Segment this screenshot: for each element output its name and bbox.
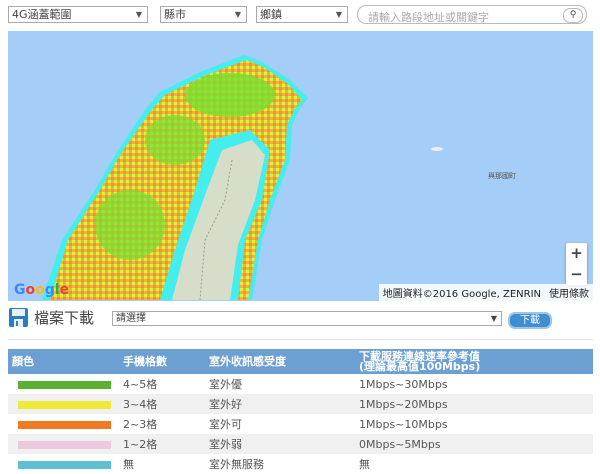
legend-row: 1~2格 室外弱 0Mbps~5Mbps	[8, 434, 593, 454]
signal-cell: 室外弱	[205, 434, 355, 454]
speed-cell: 1Mbps~10Mbps	[359, 417, 448, 431]
download-section: 檔案下載	[9, 307, 94, 328]
signal-cell: 室外可	[209, 418, 242, 431]
color-swatch	[18, 460, 111, 469]
google-logo: Google	[14, 282, 70, 298]
header-bars: 手機格數	[119, 349, 205, 374]
county-value: 縣市	[164, 8, 186, 21]
header-signal: 室外收訊感受度	[205, 349, 355, 374]
header-speed-line2: (理論最高值100Mbps)	[359, 359, 481, 373]
coverage-select[interactable]: 4G涵蓋範圍 ▼	[8, 6, 148, 23]
legend-row: 無 室外無服務 無	[8, 454, 593, 474]
speed-cell: 0Mbps~5Mbps	[355, 434, 593, 454]
download-title: 檔案下載	[34, 309, 95, 327]
zoom-control: + −	[566, 243, 587, 285]
coverage-value: 4G涵蓋範圍	[12, 8, 72, 21]
chevron-down-icon: ▼	[135, 10, 142, 19]
search-button[interactable]: ⚲	[563, 8, 583, 23]
color-cell	[8, 414, 119, 434]
taiwan-coverage-overlay	[42, 55, 443, 301]
chevron-down-icon: ▼	[335, 10, 342, 19]
color-cell	[8, 394, 119, 414]
township-select[interactable]: 鄉鎮 ▼	[256, 6, 348, 23]
color-swatch	[18, 380, 111, 389]
divider	[8, 339, 593, 340]
county-select[interactable]: 縣市 ▼	[160, 6, 247, 23]
header-color: 顏色	[8, 349, 119, 374]
bars-cell: 2~3格	[123, 418, 158, 431]
township-value: 鄉鎮	[260, 8, 282, 21]
bars-cell: 無	[123, 458, 134, 471]
bars-cell: 3~4格	[119, 394, 205, 414]
terms-link[interactable]: 使用條款	[549, 289, 589, 300]
map-attribution: 地圖資料©2016 Google, ZENRIN 使用條款	[378, 284, 593, 301]
file-select[interactable]: 請選擇 ▼	[112, 311, 502, 326]
search-input[interactable]	[366, 10, 560, 25]
color-swatch	[18, 400, 111, 409]
color-swatch	[18, 420, 111, 429]
bars-cell: 1~2格	[119, 434, 205, 454]
legend-row: 4~5格 室外優 1Mbps~30Mbps	[8, 374, 593, 394]
attribution-text: 地圖資料©2016 Google, ZENRIN	[382, 289, 541, 300]
legend-row: 3~4格 室外好 1Mbps~20Mbps	[8, 394, 593, 414]
floppy-disk-icon	[9, 308, 28, 327]
speed-cell: 1Mbps~20Mbps	[355, 394, 593, 414]
header-speed: 下載服務連線速率參考值 (理論最高值100Mbps)	[355, 349, 593, 374]
signal-cell: 室外好	[205, 394, 355, 414]
color-cell	[8, 434, 119, 454]
search-box: ⚲	[357, 5, 587, 25]
zoom-out-button[interactable]: −	[566, 264, 587, 285]
color-swatch	[18, 440, 111, 449]
speed-cell: 無	[359, 458, 370, 471]
legend-row: 2~3格 室外可 1Mbps~10Mbps	[8, 414, 593, 434]
coverage-map[interactable]: 與那國町 + − Google 地圖資料©2016 Google, ZENRIN…	[8, 31, 593, 301]
signal-cell: 室外優	[209, 378, 242, 391]
chevron-down-icon: ▼	[490, 314, 497, 323]
file-select-value: 請選擇	[116, 313, 146, 324]
zoom-in-button[interactable]: +	[566, 243, 587, 264]
download-button[interactable]: 下載	[508, 312, 552, 329]
legend-table: 顏色 手機格數 室外收訊感受度 下載服務連線速率參考值 (理論最高值100Mbps…	[8, 349, 593, 474]
color-cell	[8, 374, 119, 394]
island-label: 與那國町	[488, 172, 516, 180]
signal-cell: 室外無服務	[209, 458, 264, 471]
bars-cell: 4~5格	[123, 378, 158, 391]
color-cell	[8, 454, 119, 474]
magnifier-icon: ⚲	[569, 10, 577, 20]
speed-cell: 1Mbps~30Mbps	[359, 377, 448, 391]
legend-header: 顏色 手機格數 室外收訊感受度 下載服務連線速率參考值 (理論最高值100Mbps…	[8, 349, 593, 374]
chevron-down-icon: ▼	[234, 10, 241, 19]
